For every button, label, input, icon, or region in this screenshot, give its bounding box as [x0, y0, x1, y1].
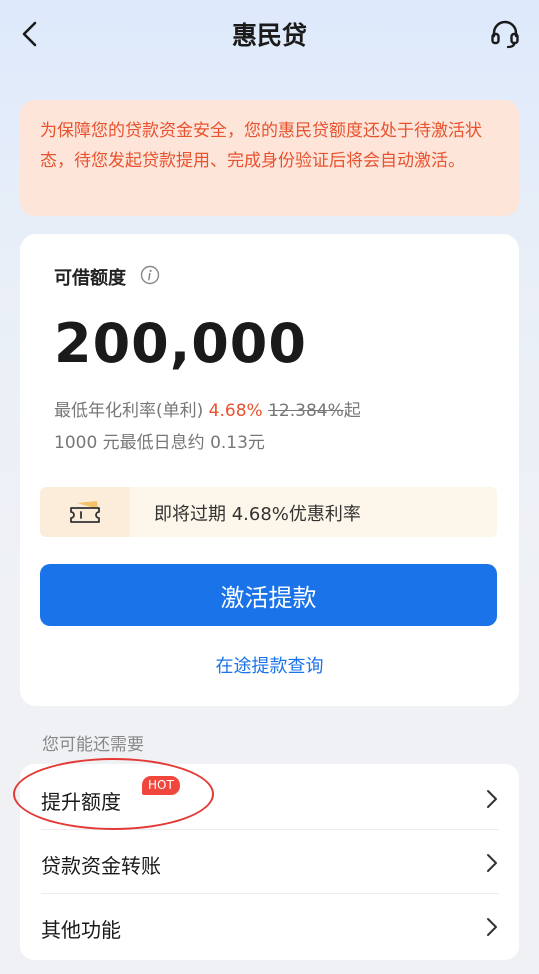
list-item-label: 提升额度 [41, 790, 121, 814]
list-item-label: 其他功能 [41, 918, 121, 942]
interest-note: 1000 元最低日息约 0.13元 [54, 433, 265, 453]
list-item-label: 贷款资金转账 [41, 854, 161, 878]
info-icon[interactable] [140, 265, 160, 285]
section-label: 您可能还需要 [42, 735, 144, 755]
rate-line: 最低年化利率(单利) 4.68% 12.384%起 [54, 396, 361, 421]
headset-icon[interactable] [489, 18, 521, 50]
chevron-right-icon [487, 854, 497, 872]
page-title: 惠民贷 [231, 21, 307, 50]
promo-icon-area [40, 487, 130, 537]
chevron-right-icon [487, 790, 497, 808]
list-item-other-functions[interactable]: 其他功能 [20, 894, 519, 958]
rate-value: 4.68% [208, 401, 263, 421]
nav-bar: 惠民贷 [0, 0, 539, 70]
loan-card: 可借额度 200,000 最低年化利率(单利) 4.68% 12.384%起 1… [20, 234, 519, 706]
credit-amount: 200,000 [54, 312, 307, 375]
pending-withdrawal-link[interactable]: 在途提款查询 [20, 652, 519, 678]
chevron-right-icon [487, 918, 497, 936]
rate-suffix: 起 [343, 401, 361, 421]
promo-banner[interactable]: 即将过期 4.68%优惠利率 [40, 487, 497, 537]
activation-notice: 为保障您的贷款资金安全，您的惠民贷额度还处于待激活状态，待您发起贷款提用、完成身… [20, 100, 519, 216]
hot-badge: HOT [142, 776, 180, 795]
activate-withdraw-button[interactable]: 激活提款 [40, 564, 497, 626]
promo-text: 即将过期 4.68%优惠利率 [154, 504, 361, 525]
ticket-icon [70, 501, 100, 523]
rate-old: 12.384% [268, 401, 344, 421]
list-item-raise-limit[interactable]: 提升额度 HOT [20, 766, 519, 830]
credit-limit-label: 可借额度 [54, 268, 126, 289]
rate-prefix: 最低年化利率(单利) [54, 401, 204, 421]
list-item-loan-transfer[interactable]: 贷款资金转账 [20, 830, 519, 894]
more-list: 提升额度 HOT 贷款资金转账 其他功能 [20, 764, 519, 960]
